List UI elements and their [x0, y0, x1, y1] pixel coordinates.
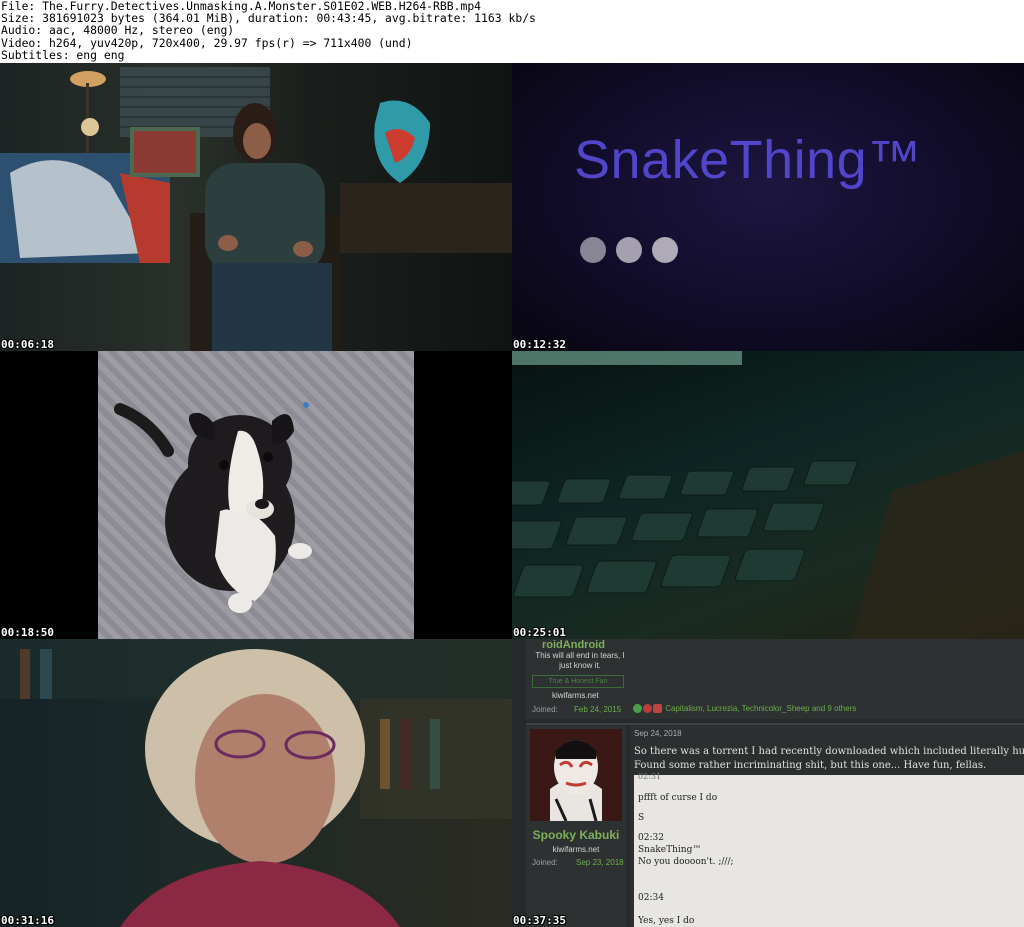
file-info-header: File: The.Furry.Detectives.Unmasking.A.M…	[0, 0, 1024, 63]
chat-message: No you doooon't. ;///;	[638, 857, 734, 867]
snakething-title-text: SnakeThing™	[574, 130, 922, 190]
frame-forum-screenshot: roidAndroid This will all end in tears, …	[512, 639, 1024, 927]
woman-image	[0, 639, 512, 927]
joined-label: Joined:	[532, 705, 558, 714]
x-reaction-icon	[643, 704, 652, 714]
dark-screen-background	[512, 63, 1024, 351]
interview-scene	[0, 67, 512, 351]
joined-date: Feb 24, 2015	[574, 705, 622, 714]
user-site: kiwifarms.net	[552, 691, 599, 700]
typing-dot	[652, 237, 678, 263]
chat-sender: SnakeThing™	[638, 845, 702, 855]
frame-timestamp: 00:12:32	[513, 338, 566, 351]
frame-keyboard: 00:25:01	[512, 351, 1024, 639]
frame-timestamp: 00:25:01	[513, 626, 566, 639]
avatar-image	[530, 729, 622, 821]
post-body-line: So there was a torrent I had recently do…	[634, 746, 1024, 757]
audio-info-line: Audio: aac, 48000 Hz, stereo (eng)	[1, 23, 235, 38]
chat-time: 02:32	[638, 833, 664, 843]
chat-time: 02:34	[638, 893, 664, 903]
post-date: Sep 24, 2018	[634, 729, 682, 738]
frame-timestamp: 00:06:18	[1, 338, 54, 351]
flag-reaction-icon	[653, 704, 662, 714]
typing-dot	[580, 237, 606, 263]
frame-puppy: 00:18:50	[0, 351, 512, 639]
frame-timestamp: 00:18:50	[1, 626, 54, 639]
frame-interview-man: 00:06:18	[0, 63, 512, 351]
puppy-image	[114, 402, 312, 613]
frame-interview-woman: 00:31:16	[0, 639, 512, 927]
chat-sender: S	[638, 813, 645, 823]
chat-message: pffft of curse I do	[638, 793, 718, 803]
kabuki-avatar	[530, 729, 622, 821]
post-body: So there was a torrent I had recently do…	[634, 745, 1024, 773]
forum-username: Spooky Kabuki	[532, 828, 620, 842]
keyboard-image	[512, 351, 1024, 639]
chat-time: 02:31	[638, 772, 662, 781]
typing-dot	[616, 237, 642, 263]
subtitles-info-line: Subtitles: eng eng	[1, 47, 125, 62]
chat-log-screenshot: 02:31 pffft of curse I do S 02:32 SnakeT…	[634, 772, 1024, 927]
reactions-row: Capitalism, Lucrezia, Technicolor_Sheep …	[633, 704, 857, 714]
frame-timestamp: 00:37:35	[513, 914, 566, 927]
user-site: kiwifarms.net	[552, 845, 600, 854]
joined-date: Sep 23, 2018	[576, 858, 624, 867]
video-info-line: Video: h264, yuv420p, 720x400, 29.97 fps…	[1, 35, 413, 50]
user-title-badge: True & Honest Fan	[532, 675, 624, 688]
check-reaction-icon	[633, 704, 642, 714]
reactions-text: Capitalism, Lucrezia, Technicolor_Sheep …	[665, 704, 857, 713]
joined-label: Joined:	[532, 858, 558, 867]
post-body-line: Found some rather incriminating shit, bu…	[634, 760, 987, 771]
frame-timestamp: 00:31:16	[1, 914, 54, 927]
chat-message: Yes, yes I do	[638, 916, 695, 926]
thumbnail-grid: 00:06:18 SnakeThing™ 00:12:32 00:18:50 0…	[0, 63, 1024, 927]
frame-snakething-title: SnakeThing™ 00:12:32	[512, 63, 1024, 351]
forum-username-top: roidAndroid	[542, 639, 605, 651]
user-tagline: This will all end in tears, I just know …	[535, 651, 625, 670]
